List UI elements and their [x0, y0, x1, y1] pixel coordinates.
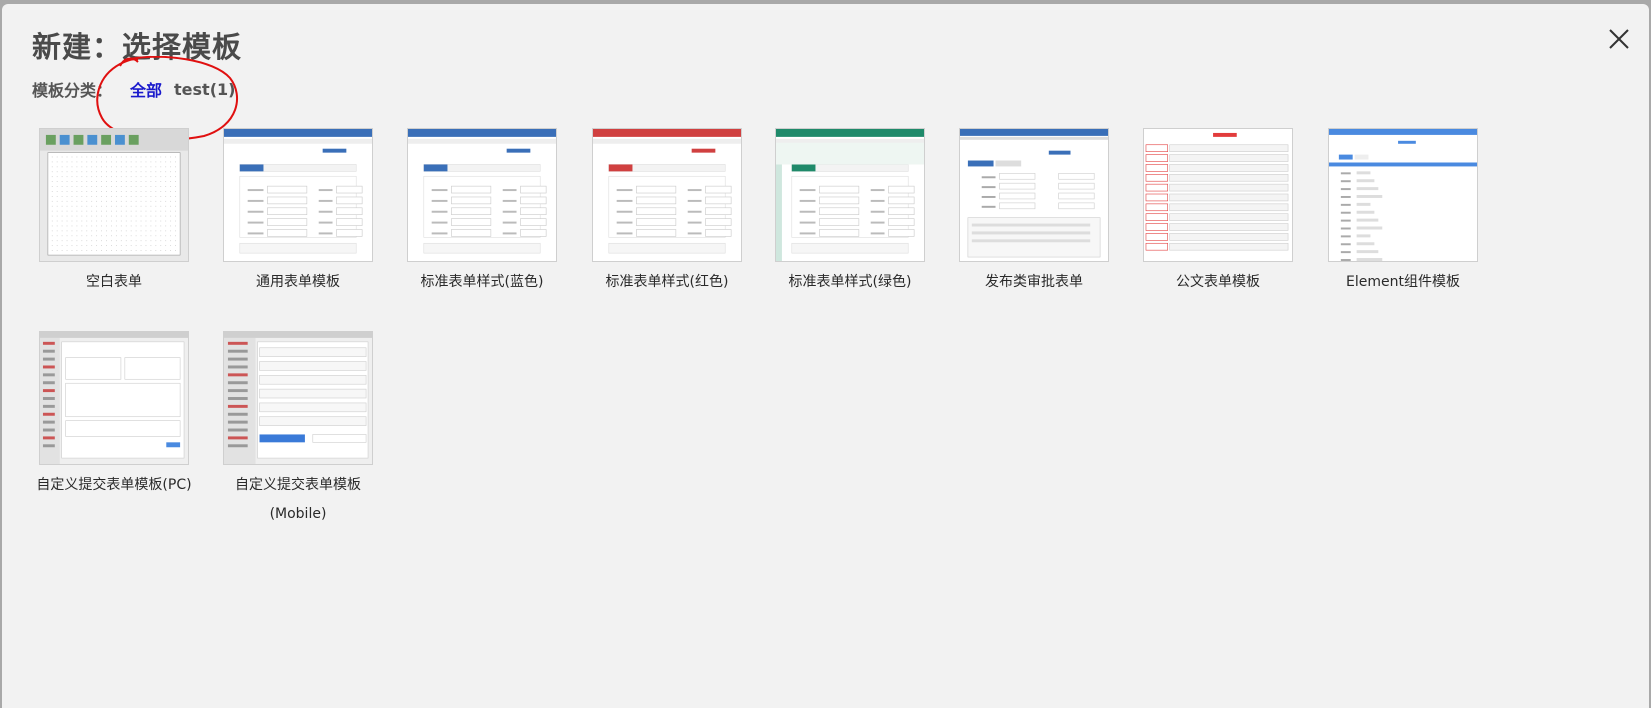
template-card[interactable]: 自定义提交表单模板 (Mobile) [223, 331, 373, 529]
template-thumbnail[interactable] [407, 128, 557, 262]
template-card[interactable]: 发布类审批表单 [959, 128, 1109, 297]
template-thumbnail[interactable] [1143, 128, 1293, 262]
close-icon[interactable] [1604, 24, 1634, 54]
template-card[interactable]: 标准表单样式(红色) [592, 128, 742, 297]
category-test[interactable]: test(1) [174, 80, 235, 99]
template-label: 标准表单样式(蓝色) [420, 274, 544, 290]
template-thumbnail[interactable] [223, 331, 373, 465]
template-label: 通用表单模板 [256, 274, 340, 290]
template-thumbnail[interactable] [592, 128, 742, 262]
template-card[interactable]: Element组件模板 [1328, 128, 1478, 297]
template-card[interactable]: 标准表单样式(蓝色) [407, 128, 557, 297]
template-thumbnail[interactable] [39, 128, 189, 262]
new-template-dialog: 新建：选择模板 模板分类： 全部 test(1) 空白表单 通用表单模板 标准表单样… [2, 4, 1649, 708]
dialog-title: 新建：选择模板 [32, 30, 243, 64]
template-label: 公文表单模板 [1176, 274, 1260, 290]
template-label: 标准表单样式(绿色) [788, 274, 912, 290]
template-card[interactable]: 通用表单模板 [223, 128, 373, 297]
template-card[interactable]: 自定义提交表单模板(PC) [36, 331, 192, 500]
template-thumbnail[interactable] [1328, 128, 1478, 262]
category-filter: 模板分类： 全部 test(1) [32, 77, 247, 101]
template-thumbnail[interactable] [959, 128, 1109, 262]
template-card[interactable]: 空白表单 [39, 128, 189, 297]
template-label: 自定义提交表单模板(PC) [36, 477, 192, 493]
template-thumbnail[interactable] [775, 128, 925, 262]
category-all[interactable]: 全部 [130, 77, 162, 101]
template-label: 空白表单 [86, 274, 142, 290]
template-card[interactable]: 公文表单模板 [1143, 128, 1293, 297]
template-label: 标准表单样式(红色) [605, 274, 729, 290]
template-card[interactable]: 标准表单样式(绿色) [775, 128, 925, 297]
category-label: 模板分类： [32, 81, 113, 100]
template-thumbnail[interactable] [223, 128, 373, 262]
template-thumbnail[interactable] [39, 331, 189, 465]
template-label: Element组件模板 [1346, 274, 1460, 290]
template-label: 发布类审批表单 [985, 274, 1083, 290]
template-label: 自定义提交表单模板 (Mobile) [235, 477, 361, 522]
